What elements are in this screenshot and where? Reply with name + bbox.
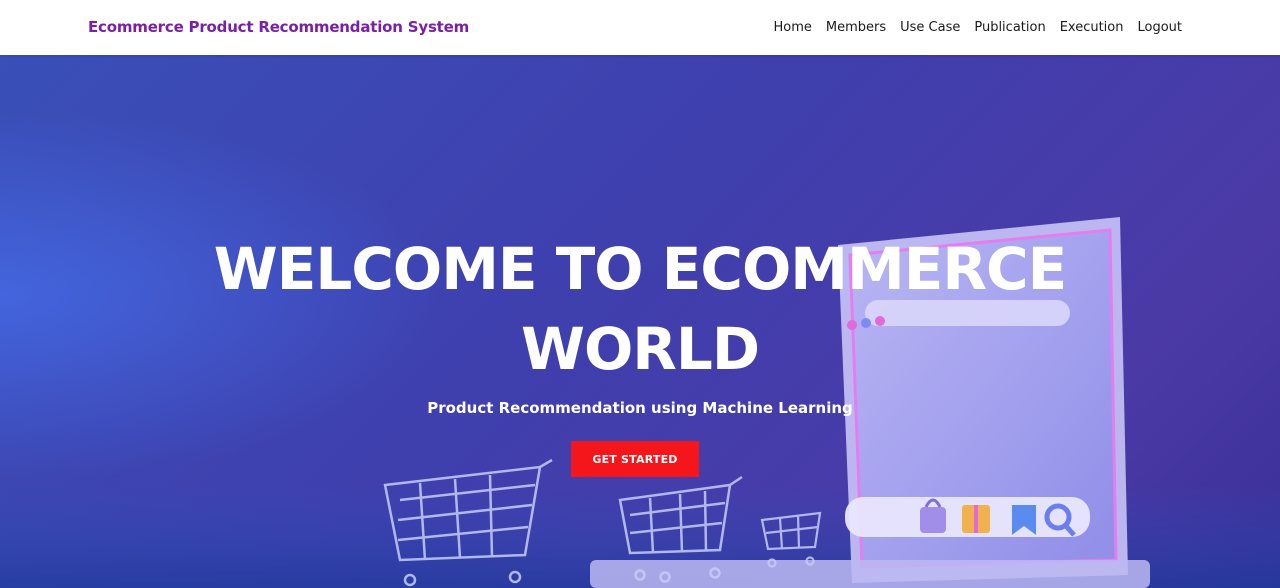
hero-subtitle: Product Recommendation using Machine Lea… [427,399,853,417]
nav-link-home[interactable]: Home [773,20,811,35]
nav-link-execution[interactable]: Execution [1060,20,1124,35]
brand-link[interactable]: Ecommerce Product Recommendation System [88,18,469,36]
navbar: Ecommerce Product Recommendation System … [0,0,1280,55]
get-started-button[interactable]: GET STARTED [571,441,699,477]
nav-link-members[interactable]: Members [826,20,886,35]
hero-title-line-1: WELCOME TO ECOMMERCE [213,235,1067,303]
nav-links: Home Members Use Case Publication Execut… [773,20,1182,35]
gift-icon [962,505,990,533]
nav-link-use-case[interactable]: Use Case [900,20,960,35]
nav-link-logout[interactable]: Logout [1137,20,1182,35]
hero-section: WELCOME TO ECOMMERCE WORLD Product Recom… [0,55,1280,588]
hero-title: WELCOME TO ECOMMERCE WORLD [0,229,1280,389]
hero-title-line-2: WORLD [520,315,760,383]
nav-link-publication[interactable]: Publication [974,20,1045,35]
